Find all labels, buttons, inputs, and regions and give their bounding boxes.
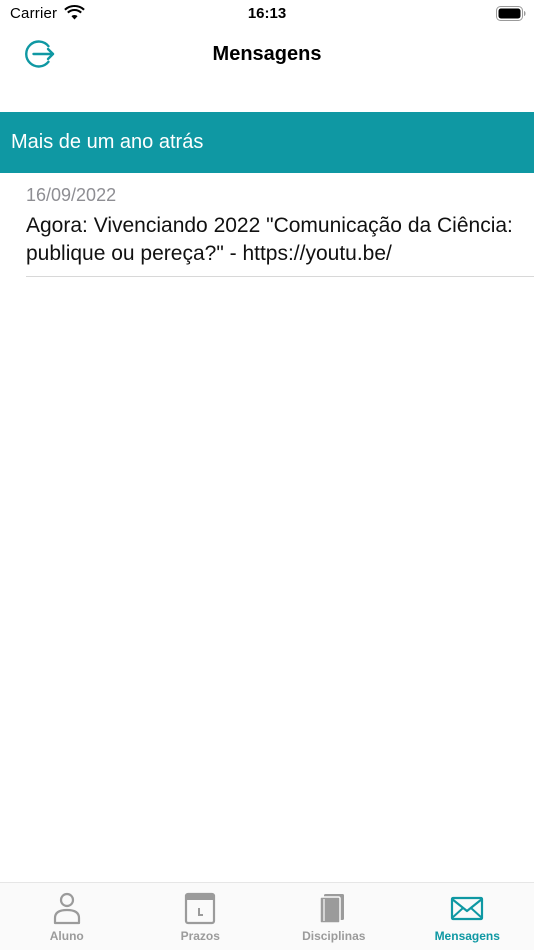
tab-bar: Aluno Prazos Disciplinas Mensagens — [0, 882, 534, 950]
tab-label: Prazos — [180, 929, 220, 943]
person-icon — [53, 892, 80, 925]
navigation-bar: Mensagens — [0, 28, 534, 84]
battery-icon — [496, 6, 526, 21]
tab-label: Aluno — [49, 929, 84, 943]
clock: 16:13 — [247, 5, 287, 22]
status-bar: Carrier 16:13 — [0, 0, 534, 28]
message-date: 16/09/2022 — [26, 185, 117, 205]
book-icon — [319, 894, 344, 924]
message-list-item[interactable]: 16/09/2022 Agora: Vivenciando 2022 "Comu… — [0, 173, 534, 277]
tab-prazos[interactable]: Prazos — [134, 883, 268, 950]
tab-label: Mensagens — [434, 929, 500, 943]
tab-label: Disciplinas — [302, 929, 366, 943]
messages-screen: Carrier 16:13 Mensagens Mais de um ano a… — [0, 0, 534, 950]
tab-disciplinas[interactable]: Disciplinas — [267, 883, 401, 950]
page-title: Mensagens — [212, 43, 322, 65]
section-title: Mais de um ano atrás — [11, 131, 204, 153]
section-header: Mais de um ano atrás — [0, 112, 534, 173]
tab-mensagens[interactable]: Mensagens — [401, 883, 534, 950]
calendar-icon — [185, 892, 216, 925]
tab-aluno[interactable]: Aluno — [0, 883, 134, 950]
message-preview: Agora: Vivenciando 2022 "Comunicação da … — [26, 214, 513, 265]
envelope-icon — [451, 896, 484, 921]
divider — [26, 276, 534, 277]
